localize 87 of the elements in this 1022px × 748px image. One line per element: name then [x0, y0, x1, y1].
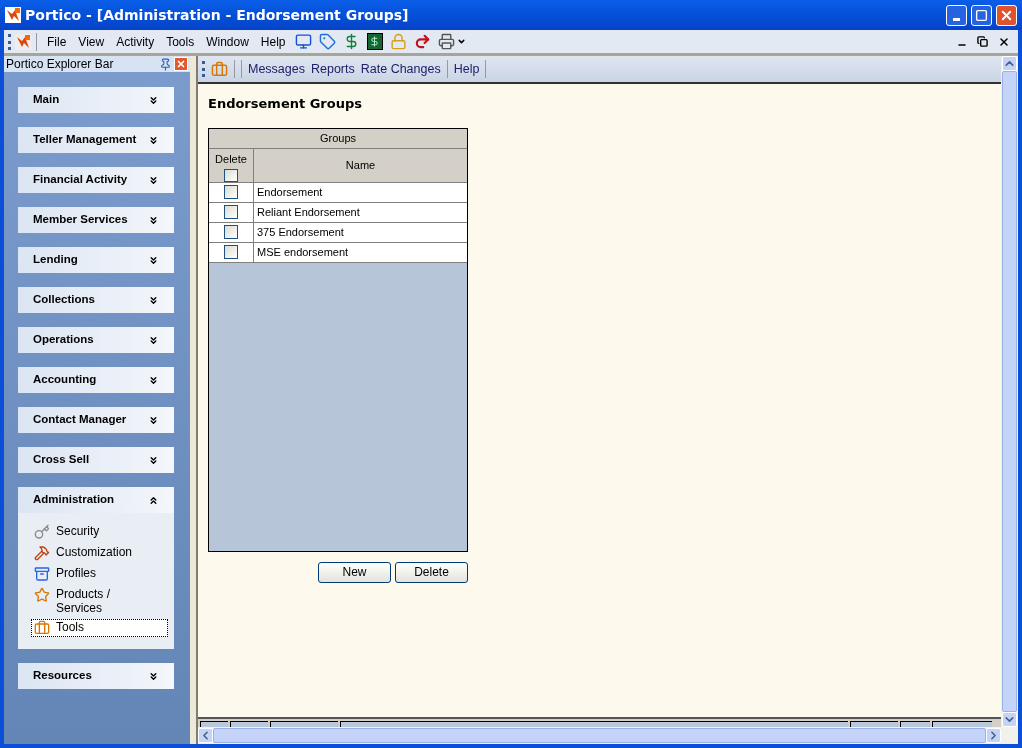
menu-item[interactable]: Window — [201, 32, 254, 51]
window-title: Portico - [Administration - Endorsement Groups] — [25, 5, 410, 25]
expand-icon — [148, 254, 159, 266]
scroll-thumb[interactable] — [1002, 71, 1017, 712]
key-icon — [34, 524, 50, 540]
table-cell-text: MSE endorsement — [256, 244, 350, 260]
action-button[interactable]: New — [318, 561, 391, 583]
close-icon — [176, 59, 186, 69]
menu-item[interactable]: Activity — [111, 32, 160, 51]
monitor-icon[interactable] — [294, 33, 312, 50]
expand-icon — [148, 174, 159, 186]
table-cell-text: Reliant Endorsement — [256, 204, 361, 220]
column-header: Name — [344, 157, 377, 173]
section-item[interactable]: Customization — [31, 544, 168, 562]
checkbox[interactable] — [224, 225, 238, 239]
expand-icon — [148, 414, 159, 426]
hammer-icon — [34, 545, 50, 561]
toolbar-link[interactable]: Help — [453, 59, 480, 79]
expand-icon — [148, 134, 159, 146]
cabinet-icon — [34, 566, 50, 582]
toolbox-icon — [34, 620, 50, 636]
vertical-scrollbar[interactable] — [1001, 56, 1018, 727]
redo-arrow-icon[interactable] — [413, 33, 431, 50]
printer-icon[interactable] — [437, 33, 455, 50]
scroll-down-icon[interactable] — [1002, 712, 1017, 727]
section-header[interactable]: Main — [18, 87, 174, 113]
expand-icon — [148, 294, 159, 306]
explorer-title: Portico Explorer Bar — [6, 56, 115, 73]
scroll-up-icon[interactable] — [1002, 56, 1017, 71]
checkbox[interactable] — [224, 185, 238, 199]
close-icon[interactable] — [998, 35, 1010, 48]
section-header[interactable]: Resources — [18, 663, 174, 689]
toolbar-link[interactable]: Rate Changes — [360, 59, 441, 79]
expand-icon — [148, 334, 159, 346]
section-item[interactable]: Tools — [31, 619, 168, 637]
section-item[interactable]: Profiles — [31, 565, 168, 583]
section-header[interactable]: Financial Activity — [18, 167, 174, 193]
dollar-screen-icon[interactable] — [366, 33, 383, 50]
toolbar-link[interactable]: Reports — [311, 59, 355, 79]
table-title: Groups — [209, 128, 467, 149]
menu-item[interactable]: File — [42, 32, 72, 51]
tag-icon[interactable] — [318, 33, 336, 50]
section-header[interactable]: Administration — [18, 487, 174, 513]
scroll-thumb[interactable] — [213, 728, 986, 743]
section-header[interactable]: Accounting — [18, 367, 174, 393]
menu-item[interactable]: Help — [255, 32, 291, 51]
table-cell-text: 375 Endorsement — [256, 224, 345, 240]
section-header[interactable]: Member Services — [18, 207, 174, 233]
collapse-icon — [148, 494, 159, 506]
column-label: Delete — [215, 151, 247, 167]
expand-icon — [148, 454, 159, 466]
close-button[interactable] — [996, 4, 1017, 26]
expand-icon — [148, 374, 159, 386]
section-item[interactable]: Products / Services — [31, 586, 168, 616]
maximize-button[interactable] — [971, 4, 992, 26]
expand-icon — [148, 670, 159, 682]
scroll-left-icon[interactable] — [198, 728, 213, 743]
expand-icon — [148, 94, 159, 106]
expand-icon — [148, 214, 159, 226]
scroll-right-icon[interactable] — [986, 728, 1001, 743]
section-header[interactable]: Operations — [18, 327, 174, 353]
toolbar-link[interactable]: Messages — [248, 59, 305, 79]
dropdown-caret-icon[interactable] — [456, 37, 466, 46]
horizontal-scrollbar[interactable] — [198, 727, 1018, 744]
pin-icon[interactable] — [159, 57, 172, 71]
app-logo-icon[interactable] — [15, 33, 31, 50]
section-header[interactable]: Collections — [18, 287, 174, 313]
minimize-icon — [953, 17, 960, 21]
maximize-icon — [975, 8, 988, 22]
checkbox[interactable] — [224, 169, 238, 182]
star-icon — [34, 587, 50, 603]
page-heading: Endorsement Groups — [208, 95, 363, 113]
menu-item[interactable]: Tools — [161, 32, 200, 51]
app-logo-icon — [5, 7, 21, 23]
close-button[interactable] — [174, 57, 188, 71]
action-button[interactable]: Delete — [395, 561, 468, 583]
restore-icon[interactable] — [977, 36, 988, 47]
section-header[interactable]: Lending — [18, 247, 174, 273]
section-header[interactable]: Cross Sell — [18, 447, 174, 473]
section-header[interactable]: Contact Manager — [18, 407, 174, 433]
checkbox[interactable] — [224, 245, 238, 259]
section-item[interactable]: Security — [31, 523, 168, 541]
menu-item[interactable]: View — [73, 32, 110, 51]
section-header[interactable]: Teller Management — [18, 127, 174, 153]
checkbox[interactable] — [224, 205, 238, 219]
minimize-button[interactable] — [946, 4, 967, 26]
table-cell-text: Endorsement — [256, 184, 324, 200]
